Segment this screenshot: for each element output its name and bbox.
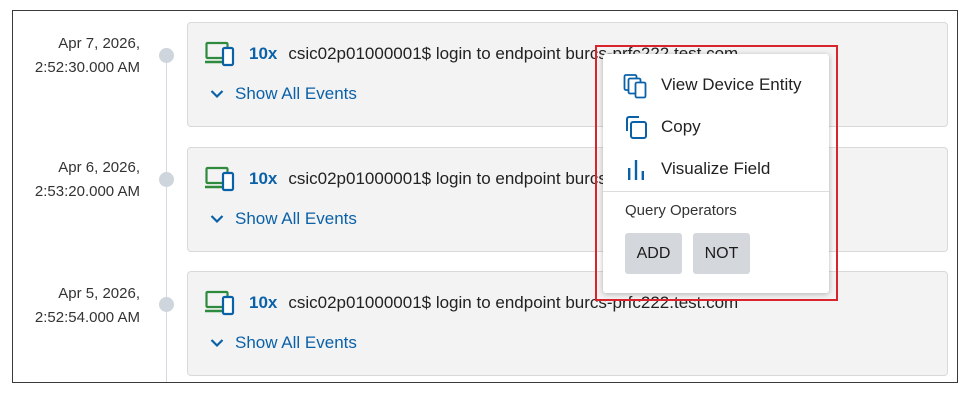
device-entity-icon bbox=[623, 74, 647, 99]
menu-item-visualize-field[interactable]: Visualize Field bbox=[603, 149, 829, 189]
timeline-dot bbox=[159, 48, 174, 63]
device-icon bbox=[205, 41, 235, 67]
add-operator-button[interactable]: ADD bbox=[625, 233, 682, 274]
menu-item-copy[interactable]: Copy bbox=[603, 107, 829, 147]
event-message: csic02p01000001$ login to endpoint burcs… bbox=[288, 293, 739, 312]
event-card: 10x csic02p01000001$ login to endpoint b… bbox=[187, 271, 948, 376]
event-count[interactable]: 10x bbox=[249, 44, 277, 64]
not-operator-button[interactable]: NOT bbox=[693, 233, 750, 274]
event-date: Apr 6, 2026, bbox=[58, 159, 140, 176]
device-icon bbox=[205, 166, 235, 192]
chevron-down-icon bbox=[210, 90, 224, 99]
timeline-line bbox=[166, 51, 167, 382]
show-all-events-link[interactable]: Show All Events bbox=[210, 333, 357, 353]
chevron-down-icon bbox=[210, 215, 224, 224]
menu-item-label: Visualize Field bbox=[661, 159, 771, 178]
show-all-events-link[interactable]: Show All Events bbox=[210, 209, 357, 229]
event-card: 10x csic02p01000001$ login to endpoint b… bbox=[187, 22, 948, 127]
show-all-events-link[interactable]: Show All Events bbox=[210, 84, 357, 104]
device-icon bbox=[205, 290, 235, 316]
context-menu: View Device Entity Copy Visualize Field … bbox=[603, 54, 829, 293]
event-date: Apr 7, 2026, bbox=[58, 35, 140, 52]
chevron-down-icon bbox=[210, 339, 224, 348]
event-timestamp: Apr 6, 2026, 2:53:20.000 AM bbox=[13, 156, 140, 204]
copy-icon bbox=[626, 116, 647, 139]
show-all-events-label: Show All Events bbox=[235, 333, 357, 352]
event-date: Apr 5, 2026, bbox=[58, 285, 140, 302]
menu-divider bbox=[603, 191, 829, 192]
menu-item-label: View Device Entity bbox=[661, 75, 802, 94]
timeline-panel: Apr 7, 2026, 2:52:30.000 AM 10x csic02p0… bbox=[12, 10, 958, 383]
query-operators-label: Query Operators bbox=[625, 202, 737, 219]
event-time: 2:52:54.000 AM bbox=[34, 309, 140, 326]
event-time: 2:53:20.000 AM bbox=[34, 183, 140, 200]
event-count[interactable]: 10x bbox=[249, 293, 277, 313]
event-count[interactable]: 10x bbox=[249, 169, 277, 189]
event-timestamp: Apr 5, 2026, 2:52:54.000 AM bbox=[13, 282, 140, 330]
menu-item-view-device-entity[interactable]: View Device Entity bbox=[603, 65, 829, 105]
show-all-events-label: Show All Events bbox=[235, 209, 357, 228]
timeline-dot bbox=[159, 172, 174, 187]
event-timestamp: Apr 7, 2026, 2:52:30.000 AM bbox=[13, 32, 140, 80]
menu-item-label: Copy bbox=[661, 117, 701, 136]
timeline-dot bbox=[159, 297, 174, 312]
bar-chart-icon bbox=[628, 160, 644, 180]
show-all-events-label: Show All Events bbox=[235, 84, 357, 103]
event-time: 2:52:30.000 AM bbox=[34, 59, 140, 76]
event-card: 10x csic02p01000001$ login to endpoint b… bbox=[187, 147, 948, 252]
